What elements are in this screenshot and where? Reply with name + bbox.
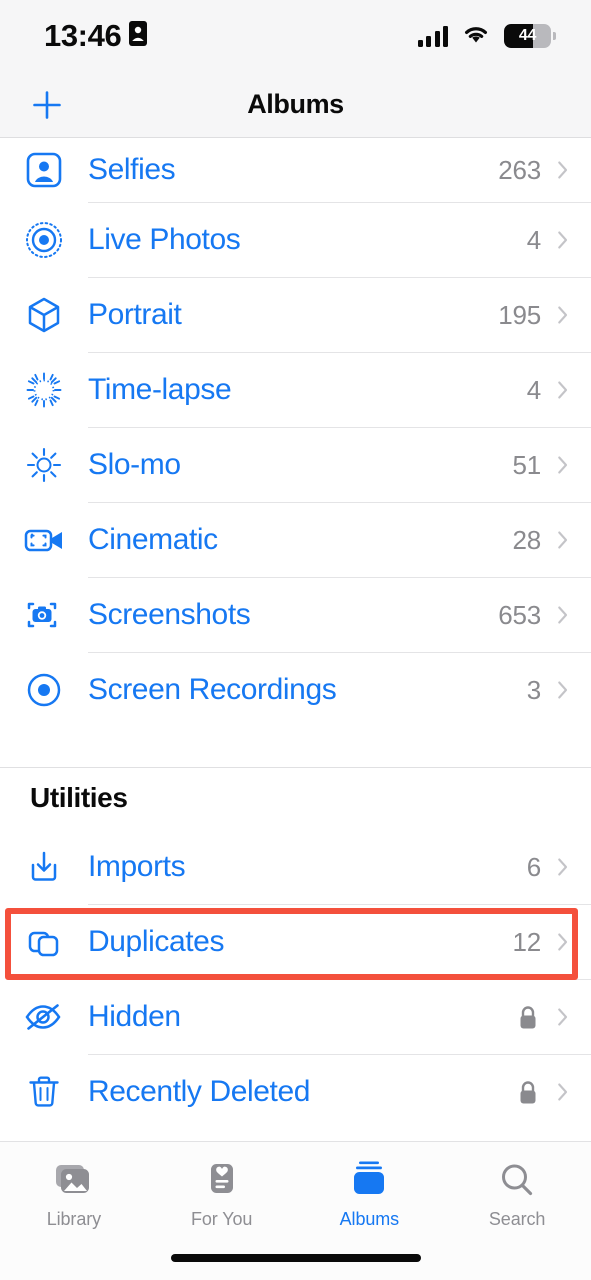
album-label: Cinematic <box>88 523 218 556</box>
chevron-right-icon <box>557 527 591 553</box>
section-header-utilities: Utilities <box>30 782 128 813</box>
lock-icon <box>517 1004 539 1031</box>
albums-icon <box>347 1158 391 1202</box>
chevron-right-icon <box>557 602 591 628</box>
section-gap <box>0 727 591 767</box>
album-label: Imports <box>88 850 186 883</box>
tab-label: For You <box>190 1209 253 1229</box>
screenshots-icon <box>0 578 88 652</box>
album-count: 4 <box>526 224 541 255</box>
album-count: 3 <box>526 674 541 705</box>
status-bar-left: 13:46 <box>44 18 148 54</box>
album-label: Portrait <box>88 298 182 331</box>
album-count: 28 <box>512 524 541 555</box>
album-label: Screenshots <box>88 598 251 631</box>
album-row-screen-recordings[interactable]: Screen Recordings 3 <box>0 653 591 727</box>
cellular-signal-icon <box>417 25 448 47</box>
for-you-icon <box>202 1158 242 1202</box>
album-label: Slo-mo <box>88 448 181 481</box>
chevron-right-icon <box>557 452 591 478</box>
timelapse-icon <box>0 353 88 427</box>
album-row-time-lapse[interactable]: Time-lapse 4 <box>0 353 591 427</box>
album-row-screenshots[interactable]: Screenshots 653 <box>0 578 591 652</box>
album-label: Duplicates <box>88 925 225 958</box>
tab-search[interactable]: Search <box>443 1158 591 1230</box>
album-label: Recently Deleted <box>88 1075 311 1108</box>
screen-recordings-icon <box>0 653 88 727</box>
battery-indicator: 44 <box>504 24 556 48</box>
tab-albums[interactable]: Albums <box>296 1158 444 1230</box>
album-row-imports[interactable]: Imports 6 <box>0 830 591 904</box>
album-label: Hidden <box>88 1000 181 1033</box>
album-count: 195 <box>498 299 541 330</box>
album-count: 6 <box>526 851 541 882</box>
portrait-cube-icon <box>0 278 88 352</box>
album-row-portrait[interactable]: Portrait 195 <box>0 278 591 352</box>
chevron-right-icon <box>557 1004 591 1030</box>
tab-for-you[interactable]: For You <box>148 1158 296 1230</box>
chevron-right-icon <box>557 377 591 403</box>
live-photos-icon <box>0 203 88 277</box>
page-title: Albums <box>247 89 344 119</box>
chevron-right-icon <box>557 227 591 253</box>
library-icon <box>52 1158 96 1202</box>
chevron-right-icon <box>557 302 591 328</box>
album-row-recently-deleted[interactable]: Recently Deleted <box>0 1055 591 1129</box>
album-row-slo-mo[interactable]: Slo-mo 51 <box>0 428 591 502</box>
trash-icon <box>0 1055 88 1129</box>
album-row-selfies[interactable]: Selfies 263 <box>0 138 591 202</box>
imports-icon <box>0 830 88 904</box>
tab-bar: Library For You Albums Search <box>0 1141 591 1280</box>
navigation-bar: Albums <box>0 72 591 138</box>
wifi-icon <box>461 23 491 50</box>
album-row-cinematic[interactable]: Cinematic 28 <box>0 503 591 577</box>
lock-icon <box>517 1079 539 1106</box>
status-bar-right: 44 <box>417 23 556 50</box>
hidden-eye-icon <box>0 980 88 1054</box>
tab-label: Library <box>46 1209 102 1229</box>
albums-list[interactable]: Selfies 263 Live Photos 4 Portrait 195 T… <box>0 138 591 1141</box>
home-indicator <box>170 1254 421 1262</box>
plus-icon <box>33 90 61 119</box>
album-label: Screen Recordings <box>88 673 337 706</box>
search-icon <box>497 1158 537 1202</box>
status-bar: 13:46 44 <box>0 0 591 72</box>
album-label: Live Photos <box>88 223 241 256</box>
album-count: 4 <box>526 374 541 405</box>
battery-percent: 44 <box>518 27 537 44</box>
album-count: 12 <box>512 926 541 957</box>
duplicates-icon <box>0 905 88 979</box>
album-count: 653 <box>498 599 541 630</box>
album-label: Time-lapse <box>88 373 232 406</box>
album-label: Selfies <box>88 153 176 186</box>
album-row-duplicates[interactable]: Duplicates 12 <box>0 905 591 979</box>
chevron-right-icon <box>557 157 591 183</box>
id-card-icon <box>129 21 148 51</box>
album-count: 51 <box>512 449 541 480</box>
slomo-icon <box>0 428 88 502</box>
chevron-right-icon <box>557 677 591 703</box>
chevron-right-icon <box>557 929 591 955</box>
add-album-button[interactable] <box>25 83 69 127</box>
status-time: 13:46 <box>44 18 122 53</box>
chevron-right-icon <box>557 854 591 880</box>
tab-library[interactable]: Library <box>0 1158 148 1230</box>
tab-label: Albums <box>339 1209 400 1229</box>
album-count: 263 <box>498 154 541 185</box>
album-row-live-photos[interactable]: Live Photos 4 <box>0 203 591 277</box>
tab-label: Search <box>488 1209 546 1229</box>
selfies-icon <box>0 138 88 202</box>
album-row-hidden[interactable]: Hidden <box>0 980 591 1054</box>
cinematic-icon <box>0 503 88 577</box>
chevron-right-icon <box>557 1079 591 1105</box>
